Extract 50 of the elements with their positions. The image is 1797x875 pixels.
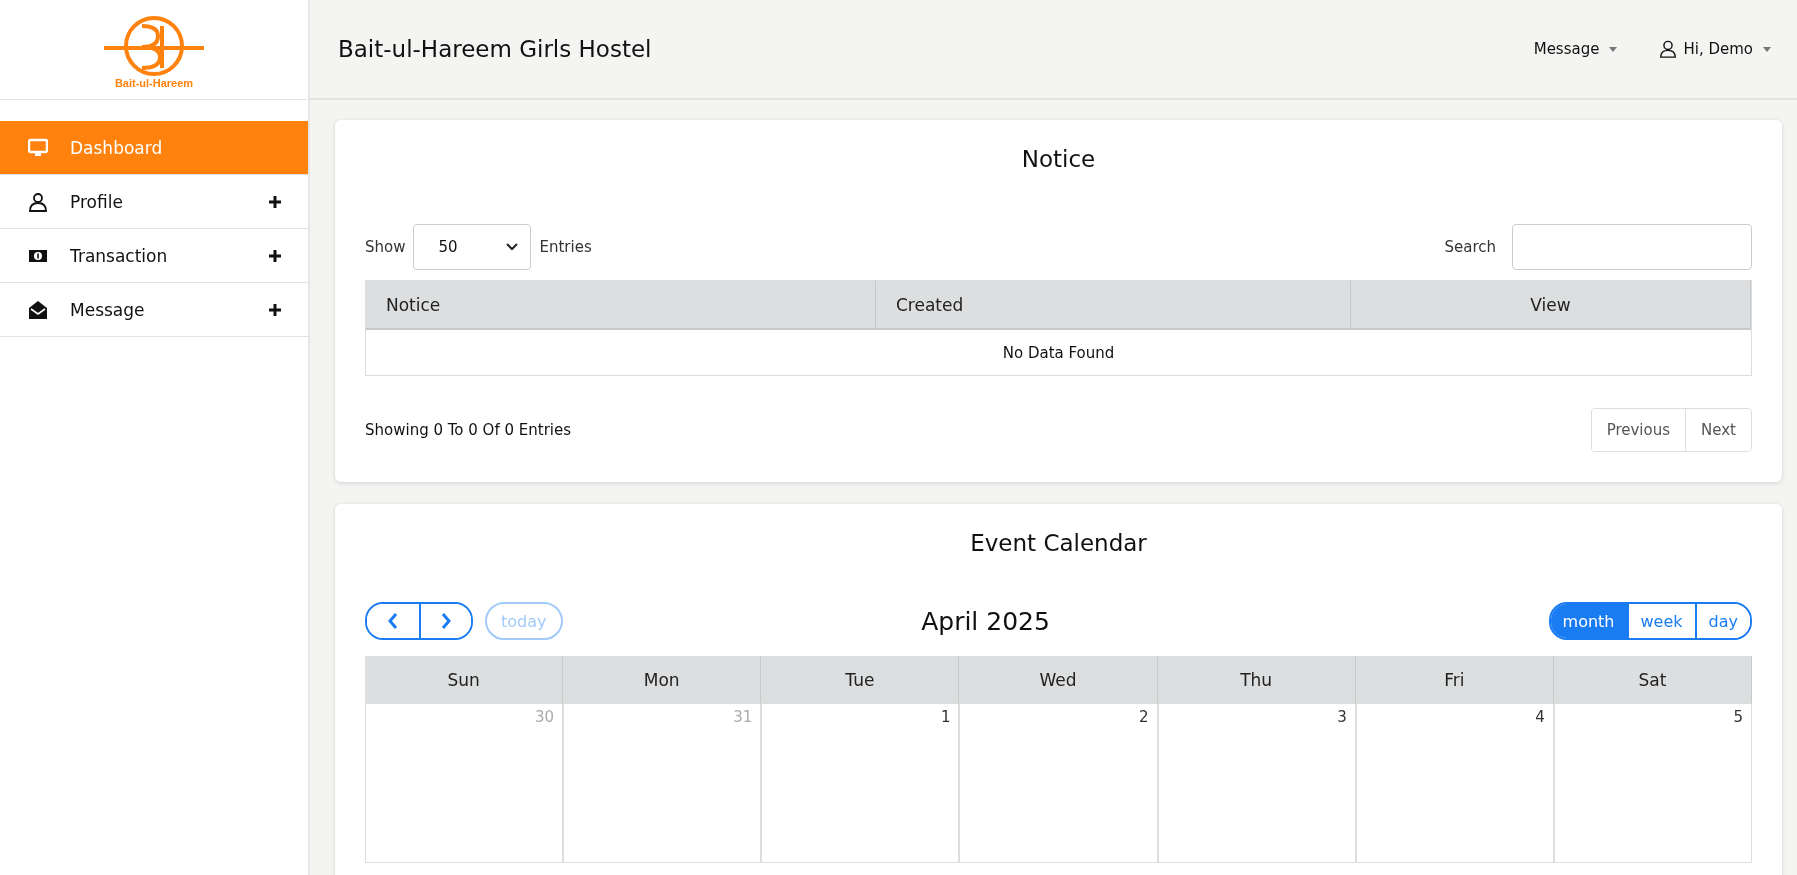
weekday-header: Wed [959,656,1158,703]
column-header[interactable]: Notice [366,281,876,330]
header-menu[interactable]: Hi, Demo [1659,39,1771,59]
month-title: April 2025 [920,606,1051,636]
day-number: 3 [1337,708,1347,728]
monitor-icon [28,137,48,158]
chevron-right-icon [440,612,452,630]
page-title: Bait-ul-Hareem Girls Hostel [338,36,653,62]
search-field[interactable] [1512,224,1752,270]
day-cell[interactable]: 5 [1553,703,1752,863]
day-number: 31 [733,708,753,728]
card-title: Notice [1020,146,1097,172]
day-cell[interactable]: 3 [1157,703,1356,863]
column-header[interactable]: View [1351,281,1751,330]
chevron-left-icon [387,612,399,630]
chevron-down-icon [506,243,519,251]
page-size-select[interactable]: 50 [413,224,532,270]
search-label: Search [1444,238,1496,256]
plus-icon[interactable] [268,194,282,209]
header-menu[interactable]: Message [1533,40,1618,58]
user-icon [28,191,48,212]
logo-text: Bait-ul-Hareem [114,77,194,89]
entries-label: Entries [539,238,592,256]
plus-icon[interactable] [268,302,282,317]
next-button[interactable] [419,604,471,638]
day-number: 4 [1535,708,1545,728]
day-number: 30 [535,708,555,728]
envelope-icon [28,299,48,320]
day-cell[interactable]: 1 [761,703,960,863]
weekday-header: Mon [563,656,762,703]
weekday-header: Fri [1355,656,1554,703]
view-tab[interactable]: month [1550,604,1627,638]
weekday-header: Thu [1157,656,1356,703]
view-tab[interactable]: day [1694,604,1750,638]
table-info: Showing 0 To 0 Of 0 Entries [365,421,572,439]
plus-icon[interactable] [268,248,282,263]
day-cell[interactable]: 2 [959,703,1158,863]
weekday-header: Tue [761,656,960,703]
day-number: 2 [1139,708,1149,728]
day-number: 5 [1733,708,1743,728]
weekday-header: Sat [1553,656,1752,703]
empty-message: No Data Found [1001,342,1116,364]
user-icon [1659,39,1678,59]
weekday-header: Sun [365,656,564,703]
day-number: 1 [940,708,951,728]
show-label: Show [365,238,406,256]
day-cell[interactable]: 4 [1355,703,1554,863]
column-header[interactable]: Created [876,281,1351,330]
pagination-button[interactable]: Next [1685,409,1751,451]
card-title: Event Calendar [969,530,1148,556]
